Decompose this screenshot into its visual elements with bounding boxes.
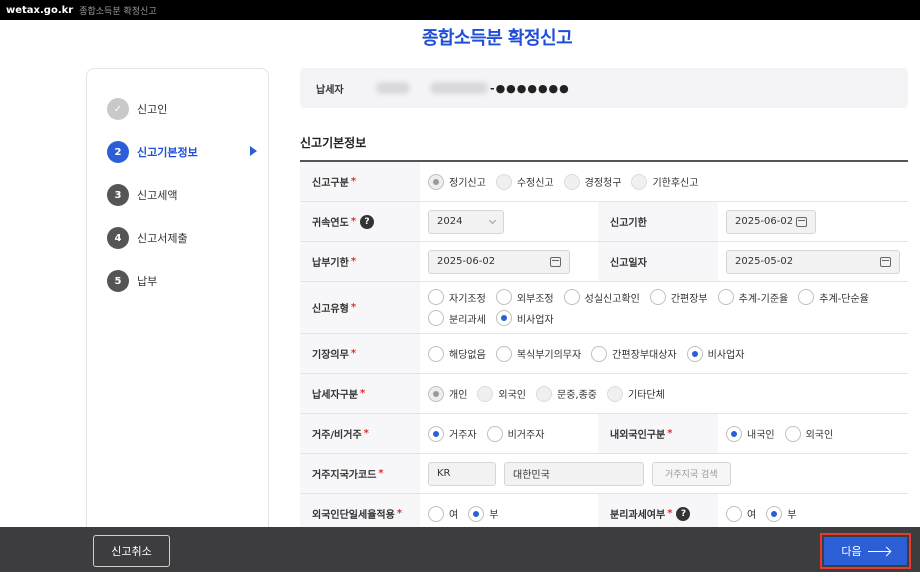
label-flat-rate: 외국인단일세율적용 [312,510,395,521]
calendar-icon [796,216,807,227]
radio-simple-book[interactable]: 간편장부 [649,288,708,306]
caret-right-icon [250,146,257,156]
cancel-report-button[interactable]: 신고취소 [93,535,170,567]
help-icon[interactable]: ? [676,506,691,521]
radio-non-resident[interactable]: 비거주자 [486,425,544,443]
radio-non-business[interactable]: 비사업자 [495,309,554,327]
step-5[interactable]: 5 납부 [107,269,257,293]
radio-other-group[interactable]: 기타단체 [607,385,665,403]
country-name-field[interactable]: 대한민국 [504,461,644,486]
calendar-icon [880,256,891,267]
radio-double-entry[interactable]: 복식부기의무자 [495,345,581,363]
steps-panel: ✓ 신고인 2 신고기본정보 3 신고세액 4 신고서제출 5 납부 [86,68,269,538]
browser-bar: wetax.go.kr 종합소득분 확정신고 [0,0,920,20]
label-taxpayer-type: 납세자구분 [312,390,358,401]
next-button[interactable]: 다음 [824,537,907,565]
step-2[interactable]: 2 신고기본정보 [107,140,257,164]
step-label: 신고서제출 [137,232,188,245]
footer-bar: 신고취소 다음 [0,527,920,572]
calendar-icon [550,256,561,267]
help-icon[interactable]: ? [360,214,375,229]
radio-estimate-simple[interactable]: 추계-단순율 [798,288,869,306]
radio-separate-yes[interactable]: 여 [726,505,756,523]
report-deadline-field[interactable]: 2025-06-02 [726,209,816,234]
label-report-category: 신고유형 [312,304,349,315]
radio-amended[interactable]: 수정신고 [495,173,554,191]
row-taxpayer-type: 납세자구분 * 개인 외국인 문중,종중 기타단체 [300,374,908,414]
step-number: 4 [107,227,129,249]
taxpayer-banner: 납세자 -●●●●●●● [300,68,908,108]
label-residency: 거주/비거주 [312,430,362,441]
radio-foreign[interactable]: 외국인 [784,425,833,443]
radio-separate-tax[interactable]: 분리과세 [428,309,486,327]
label-report-date: 신고일자 [610,258,647,269]
site-domain: wetax.go.kr [6,4,74,16]
page-title: 종합소득분 확정신고 [421,28,573,49]
radio-regular[interactable]: 정기신고 [428,173,486,191]
label-country-code: 거주지국가코드 [312,470,377,481]
row-residency: 거주/비거주 * 거주자 비거주자 내외국인구분 * 내국인 외국인 [300,414,908,454]
label-bookkeeping: 기장의무 [312,350,349,361]
year-select[interactable]: 2024 [428,209,504,234]
arrow-right-icon [867,550,890,552]
step-4[interactable]: 4 신고서제출 [107,226,257,250]
radio-self-adjust[interactable]: 자기조정 [428,288,486,306]
radio-none[interactable]: 해당없음 [428,345,486,363]
radio-flat-no[interactable]: 부 [468,505,498,523]
radio-late[interactable]: 기한후신고 [631,173,698,191]
row-year-deadline: 귀속연도 *? 2024 신고기한 2025-06-02 [300,202,908,242]
label-nationality: 내외국인구분 [610,430,666,441]
radio-non-business-book[interactable]: 비사업자 [686,345,744,363]
radio-faithful[interactable]: 성실신고확인 [563,288,640,306]
radio-separate-no[interactable]: 부 [766,505,796,523]
label-separate-tax: 분리과세여부 [610,510,666,521]
row-country-code: 거주지국가코드 * KR 대한민국 거주지국 검색 [300,454,908,494]
label-payment-deadline: 납부기한 [312,258,349,269]
check-icon: ✓ [107,98,129,120]
step-number: 2 [107,141,129,163]
step-3[interactable]: 3 신고세액 [107,183,257,207]
row-bookkeeping: 기장의무 * 해당없음 복식부기의무자 간편장부대상자 비사업자 [300,334,908,374]
step-number: 3 [107,184,129,206]
label-report-type: 신고구분 [312,178,349,189]
page-crumb: 종합소득분 확정신고 [79,6,157,17]
radio-foreigner[interactable]: 외국인 [477,385,526,403]
radio-simple-target[interactable]: 간편장부대상자 [591,345,677,363]
payment-deadline-field[interactable]: 2025-06-02 [428,249,570,274]
radio-clan[interactable]: 문중,종중 [536,385,597,403]
radio-resident[interactable]: 거주자 [428,425,477,443]
section-title: 신고기본정보 [300,136,367,150]
step-label: 신고인 [137,103,168,116]
country-search-button[interactable]: 거주지국 검색 [652,461,731,486]
row-report-category: 신고유형 * 자기조정 외부조정 성실신고확인 간편장부 추계-기준율 추계-단순… [300,282,908,334]
chevron-down-icon [488,216,497,224]
step-label: 신고세액 [137,189,178,202]
next-label: 다음 [841,545,862,558]
taxpayer-label: 납세자 [316,84,344,96]
redacted-id [430,82,488,94]
next-highlight: 다음 [820,533,911,569]
radio-domestic[interactable]: 내국인 [726,425,775,443]
radio-external-adjust[interactable]: 외부조정 [495,288,554,306]
redacted-name [376,82,410,94]
step-label: 신고기본정보 [137,146,198,159]
report-date-field[interactable]: 2025-05-02 [726,249,900,274]
radio-correction[interactable]: 경정청구 [563,173,621,191]
step-number: 5 [107,270,129,292]
row-payment-date: 납부기한 * 2025-06-02 신고일자 2025-05-02 [300,242,908,282]
label-year: 귀속연도 [312,218,349,229]
radio-estimate-standard[interactable]: 추계-기준율 [717,288,788,306]
taxpayer-id-masked: -●●●●●●● [490,81,570,95]
radio-flat-yes[interactable]: 여 [428,505,458,523]
label-report-deadline: 신고기한 [610,218,647,229]
country-code-field[interactable]: KR [428,461,496,486]
step-1[interactable]: ✓ 신고인 [107,97,257,121]
row-report-type: 신고구분 * 정기신고 수정신고 경정청구 기한후신고 [300,162,908,202]
step-label: 납부 [137,275,158,288]
radio-individual[interactable]: 개인 [428,385,467,403]
